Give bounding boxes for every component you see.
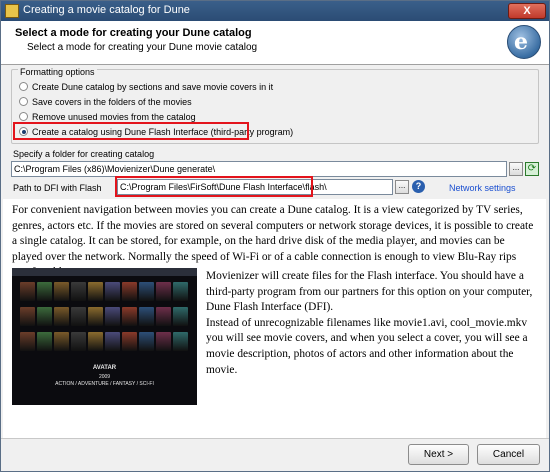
app-icon bbox=[5, 4, 19, 18]
preview-poster bbox=[37, 282, 52, 301]
radio-button[interactable] bbox=[19, 82, 28, 91]
preview-poster bbox=[139, 307, 154, 326]
preview-poster bbox=[173, 332, 188, 351]
logo-glyph: e bbox=[514, 29, 528, 55]
radio-label: Create Dune catalog by sections and save… bbox=[32, 81, 274, 92]
preview-poster bbox=[88, 282, 103, 301]
preview-poster bbox=[37, 307, 52, 326]
wizard-header: Select a mode for creating your Dune cat… bbox=[1, 21, 549, 65]
preview-poster bbox=[105, 282, 120, 301]
radio-button[interactable] bbox=[19, 97, 28, 106]
highlight-box bbox=[115, 176, 313, 197]
formatting-options-label: Formatting options bbox=[18, 67, 97, 77]
preview-poster bbox=[156, 332, 171, 351]
preview-poster bbox=[88, 307, 103, 326]
preview-menu-bar bbox=[12, 268, 197, 276]
preview-poster bbox=[122, 332, 137, 351]
flash-interface-paragraph: Movienizer will create files for the Fla… bbox=[206, 270, 533, 376]
preview-poster bbox=[88, 332, 103, 351]
title-bar: Creating a movie catalog for Dune X bbox=[1, 1, 549, 21]
radio-label: Remove unused movies from the catalog bbox=[32, 111, 196, 122]
preview-poster bbox=[122, 307, 137, 326]
folder-path-input[interactable]: C:\Program Files (x86)\Movienizer\Dune g… bbox=[11, 161, 507, 177]
radio-button[interactable] bbox=[19, 112, 28, 121]
movienizer-logo-icon: e bbox=[507, 25, 541, 59]
description-panel: For convenient navigation between movies… bbox=[3, 199, 546, 438]
preview-poster bbox=[20, 332, 35, 351]
preview-poster bbox=[139, 332, 154, 351]
preview-poster bbox=[105, 307, 120, 326]
folder-label: Specify a folder for creating catalog bbox=[13, 149, 155, 159]
dune-interface-preview-image: AVATAR 2009 ACTION / ADVENTURE / FANTASY… bbox=[12, 268, 197, 405]
preview-poster bbox=[37, 332, 52, 351]
preview-poster bbox=[122, 282, 137, 301]
footer-divider bbox=[1, 438, 549, 439]
preview-poster bbox=[71, 307, 86, 326]
preview-poster bbox=[54, 332, 69, 351]
header-title: Select a mode for creating your Dune cat… bbox=[15, 27, 252, 39]
preview-poster bbox=[20, 282, 35, 301]
radio-option-sections[interactable]: Create Dune catalog by sections and save… bbox=[19, 80, 273, 93]
help-icon[interactable]: ? bbox=[412, 180, 425, 193]
dfi-browse-button[interactable]: ... bbox=[395, 180, 409, 194]
dfi-path-label: Path to DFI with Flash bbox=[13, 183, 102, 193]
highlight-box bbox=[13, 122, 249, 140]
window-title: Creating a movie catalog for Dune bbox=[23, 4, 190, 16]
preview-poster bbox=[71, 332, 86, 351]
preview-poster bbox=[71, 282, 86, 301]
radio-option-save-covers[interactable]: Save covers in the folders of the movies bbox=[19, 95, 192, 108]
preview-poster bbox=[173, 282, 188, 301]
preview-year: 2009 bbox=[98, 374, 111, 380]
dialog-window: Creating a movie catalog for Dune X Sele… bbox=[0, 0, 550, 472]
preview-poster bbox=[156, 282, 171, 301]
radio-label: Save covers in the folders of the movies bbox=[32, 96, 192, 107]
next-button[interactable]: Next > bbox=[408, 444, 469, 465]
preview-poster bbox=[54, 282, 69, 301]
preview-poster bbox=[54, 307, 69, 326]
preview-poster bbox=[139, 282, 154, 301]
network-settings-link[interactable]: Network settings bbox=[449, 183, 516, 193]
cancel-button[interactable]: Cancel bbox=[477, 444, 540, 465]
refresh-icon[interactable]: ⟳ bbox=[525, 162, 539, 176]
preview-poster bbox=[173, 307, 188, 326]
header-subtitle: Select a mode for creating your Dune mov… bbox=[27, 42, 258, 53]
close-button[interactable]: X bbox=[508, 3, 546, 19]
preview-title: AVATAR bbox=[92, 365, 117, 371]
preview-poster bbox=[156, 307, 171, 326]
preview-poster bbox=[105, 332, 120, 351]
preview-poster bbox=[20, 307, 35, 326]
folder-browse-button[interactable]: ... bbox=[509, 162, 523, 176]
preview-genres: ACTION / ADVENTURE / FANTASY / SCI-FI bbox=[55, 381, 154, 387]
